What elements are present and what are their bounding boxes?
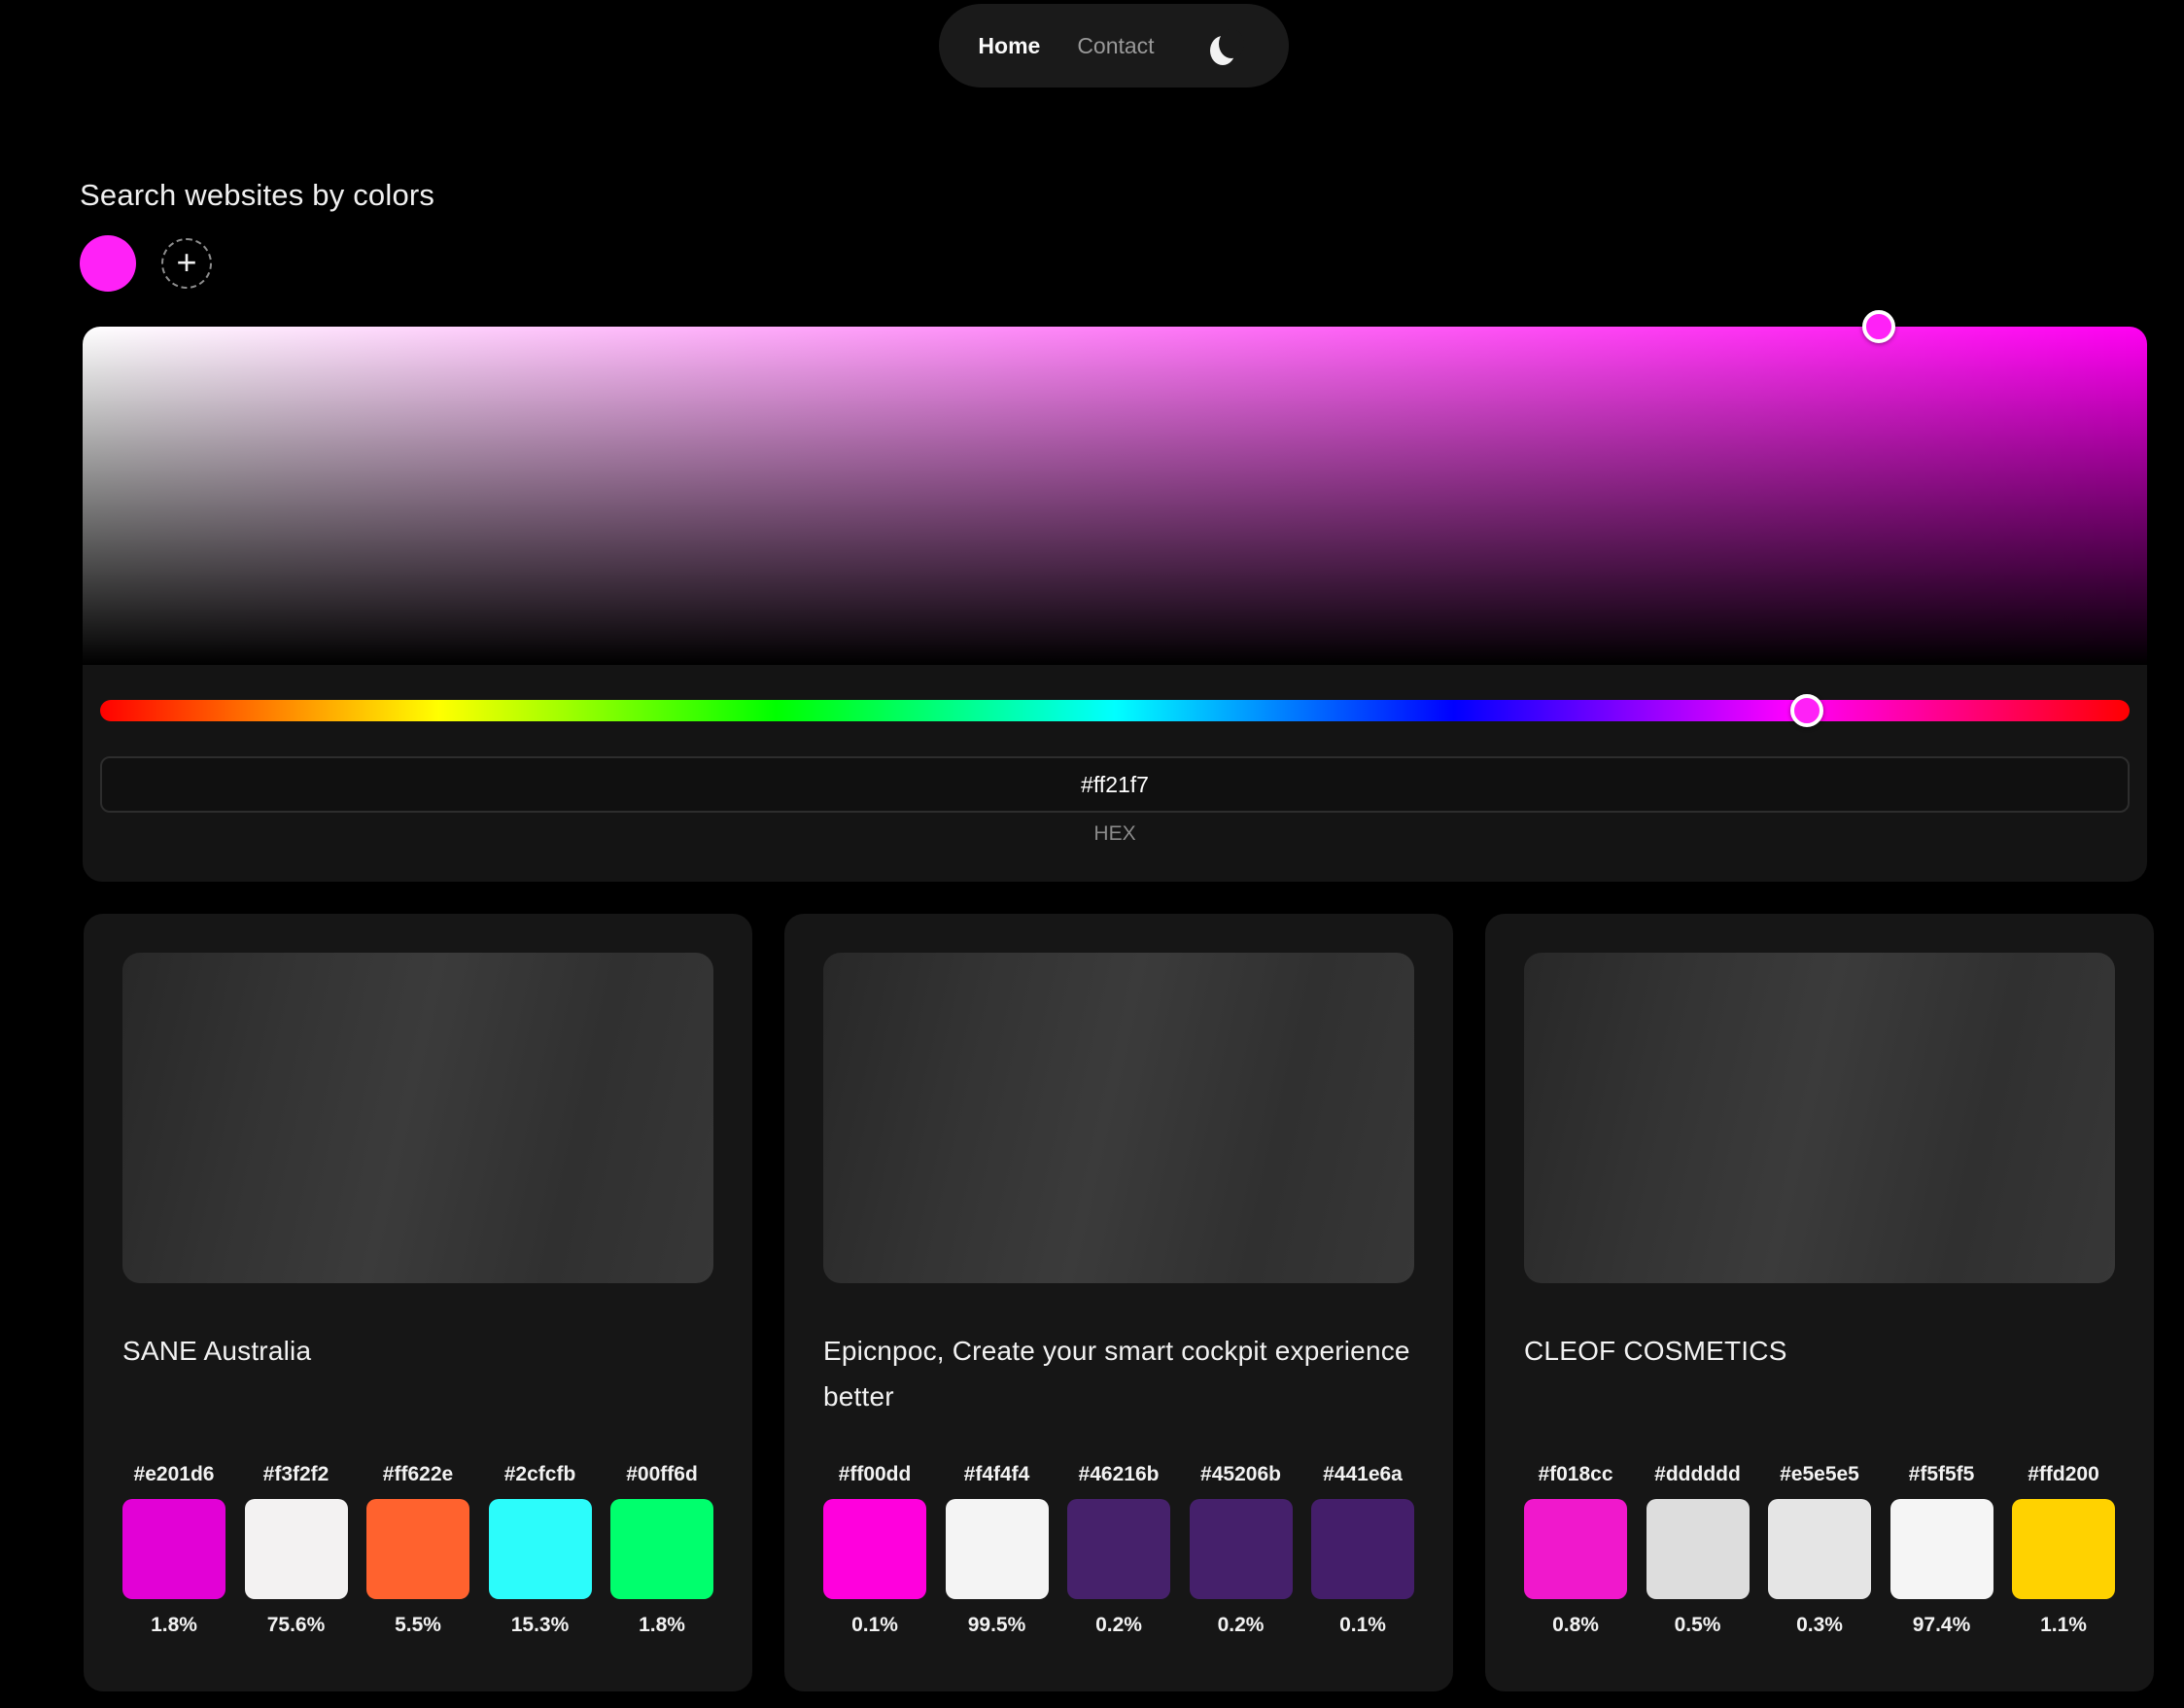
palette-swatch[interactable] [122, 1499, 225, 1599]
palette-swatch[interactable] [1311, 1499, 1414, 1599]
palette-swatch[interactable] [610, 1499, 713, 1599]
palette-hex-label: #f3f2f2 [263, 1463, 329, 1486]
palette-color: #f018cc 0.8% [1524, 1463, 1627, 1637]
palette-hex-label: #f4f4f4 [964, 1463, 1030, 1486]
results-grid: SANE Australia #e201d6 1.8% #f3f2f2 75.6… [84, 914, 2154, 1691]
top-nav: Home Contact [939, 4, 1289, 87]
hue-selector-handle[interactable] [1790, 694, 1823, 727]
palette-swatch[interactable] [245, 1499, 348, 1599]
moon-icon [1219, 29, 1244, 58]
add-color-button[interactable]: + [161, 238, 212, 289]
result-card[interactable]: SANE Australia #e201d6 1.8% #f3f2f2 75.6… [84, 914, 752, 1691]
result-title: CLEOF COSMETICS [1524, 1328, 2115, 1374]
palette-swatch[interactable] [1524, 1499, 1627, 1599]
palette-row: #f018cc 0.8% #dddddd 0.5% #e5e5e5 0.3% #… [1524, 1463, 2115, 1637]
palette-percentage: 1.8% [639, 1614, 685, 1637]
palette-color: #45206b 0.2% [1190, 1463, 1293, 1637]
picker-panel: HEX [83, 665, 2147, 882]
nav-link-contact[interactable]: Contact [1077, 33, 1154, 59]
palette-percentage: 0.1% [1339, 1614, 1386, 1637]
palette-color: #ffd200 1.1% [2012, 1463, 2115, 1637]
result-card[interactable]: Epicnpoc, Create your smart cockpit expe… [784, 914, 1453, 1691]
palette-hex-label: #45206b [1200, 1463, 1281, 1486]
palette-hex-label: #e5e5e5 [1780, 1463, 1859, 1486]
palette-color: #46216b 0.2% [1067, 1463, 1170, 1637]
website-thumbnail [823, 953, 1414, 1283]
result-title: SANE Australia [122, 1328, 713, 1374]
website-thumbnail [122, 953, 713, 1283]
palette-hex-label: #dddddd [1654, 1463, 1741, 1486]
hue-slider[interactable] [100, 700, 2130, 721]
palette-hex-label: #ff622e [383, 1463, 453, 1486]
palette-hex-label: #ff00dd [839, 1463, 912, 1486]
palette-swatch[interactable] [823, 1499, 926, 1599]
palette-swatch[interactable] [1067, 1499, 1170, 1599]
palette-swatch[interactable] [1890, 1499, 1993, 1599]
palette-percentage: 1.1% [2040, 1614, 2087, 1637]
palette-percentage: 0.5% [1675, 1614, 1721, 1637]
palette-percentage: 75.6% [267, 1614, 326, 1637]
palette-color: #e201d6 1.8% [122, 1463, 225, 1637]
palette-percentage: 5.5% [395, 1614, 441, 1637]
selected-colors-row: + [80, 234, 212, 293]
palette-hex-label: #00ff6d [626, 1463, 698, 1486]
palette-swatch[interactable] [1647, 1499, 1750, 1599]
palette-color: #00ff6d 1.8% [610, 1463, 713, 1637]
palette-swatch[interactable] [946, 1499, 1049, 1599]
palette-swatch[interactable] [489, 1499, 592, 1599]
palette-percentage: 99.5% [968, 1614, 1026, 1637]
palette-color: #ff622e 5.5% [366, 1463, 469, 1637]
saturation-selector-handle[interactable] [1862, 310, 1895, 343]
palette-color: #2cfcfb 15.3% [489, 1463, 592, 1637]
nav-link-home[interactable]: Home [978, 33, 1040, 59]
palette-row: #e201d6 1.8% #f3f2f2 75.6% #ff622e 5.5% … [122, 1463, 713, 1637]
palette-hex-label: #f5f5f5 [1909, 1463, 1975, 1486]
palette-percentage: 0.2% [1218, 1614, 1265, 1637]
result-title: Epicnpoc, Create your smart cockpit expe… [823, 1328, 1414, 1419]
theme-toggle-button[interactable] [1205, 26, 1250, 65]
palette-color: #f5f5f5 97.4% [1890, 1463, 1993, 1637]
page-title: Search websites by colors [80, 178, 434, 213]
hex-input[interactable] [100, 756, 2130, 813]
saturation-panel[interactable] [83, 327, 2147, 665]
palette-color: #ff00dd 0.1% [823, 1463, 926, 1637]
website-thumbnail [1524, 953, 2115, 1283]
palette-hex-label: #46216b [1079, 1463, 1160, 1486]
palette-color: #f4f4f4 99.5% [946, 1463, 1049, 1637]
palette-hex-label: #ffd200 [2028, 1463, 2099, 1486]
palette-percentage: 15.3% [511, 1614, 570, 1637]
palette-swatch[interactable] [366, 1499, 469, 1599]
palette-hex-label: #2cfcfb [504, 1463, 576, 1486]
palette-percentage: 97.4% [1913, 1614, 1971, 1637]
palette-percentage: 0.1% [851, 1614, 898, 1637]
palette-percentage: 0.3% [1796, 1614, 1843, 1637]
palette-row: #ff00dd 0.1% #f4f4f4 99.5% #46216b 0.2% … [823, 1463, 1414, 1637]
palette-percentage: 1.8% [151, 1614, 197, 1637]
palette-swatch[interactable] [1190, 1499, 1293, 1599]
palette-swatch[interactable] [1768, 1499, 1871, 1599]
palette-swatch[interactable] [2012, 1499, 2115, 1599]
hex-field-label: HEX [83, 822, 2147, 846]
palette-color: #441e6a 0.1% [1311, 1463, 1414, 1637]
palette-color: #e5e5e5 0.3% [1768, 1463, 1871, 1637]
palette-color: #dddddd 0.5% [1647, 1463, 1750, 1637]
result-card[interactable]: CLEOF COSMETICS #f018cc 0.8% #dddddd 0.5… [1485, 914, 2154, 1691]
palette-percentage: 0.8% [1552, 1614, 1599, 1637]
selected-color-chip[interactable] [80, 235, 136, 292]
palette-hex-label: #e201d6 [134, 1463, 215, 1486]
palette-percentage: 0.2% [1095, 1614, 1142, 1637]
palette-hex-label: #441e6a [1323, 1463, 1403, 1486]
palette-color: #f3f2f2 75.6% [245, 1463, 348, 1637]
palette-hex-label: #f018cc [1538, 1463, 1612, 1486]
